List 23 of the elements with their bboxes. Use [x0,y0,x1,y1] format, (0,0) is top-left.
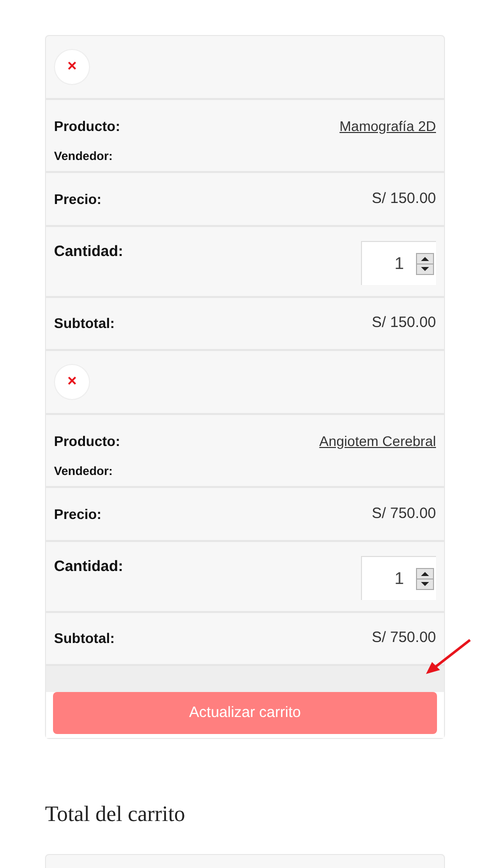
price-value: S/ 150.00 [372,188,436,209]
spinner-icon[interactable] [416,568,434,590]
product-link[interactable]: Mamografía 2D [340,116,436,137]
field-label: Precio: [54,504,102,524]
field-label: Subtotal: [54,629,115,648]
field-label: Cantidad: [54,242,124,262]
quantity-field[interactable]: 1 [361,241,436,285]
subtotal-value: S/ 150.00 [372,313,436,334]
field-label: Subtotal: [54,314,115,333]
field-label: Vendedor: [54,148,114,165]
quantity-field[interactable]: 1 [361,556,436,600]
product-link[interactable]: Angiotem Cerebral [319,431,436,452]
price-value: S/ 750.00 [372,504,436,524]
spinner-icon[interactable] [416,252,434,274]
field-label: Vendedor: [54,463,114,480]
field-label: Precio: [54,190,102,208]
field-label: Cantidad: [54,557,124,577]
remove-button[interactable]: × [54,364,90,400]
section-title: Total del carrito [45,800,186,828]
subtotal-value: S/ 750.00 [372,628,436,648]
field-label: Producto: [54,117,120,136]
remove-button[interactable]: × [54,49,90,85]
field-label: Producto: [54,432,120,451]
